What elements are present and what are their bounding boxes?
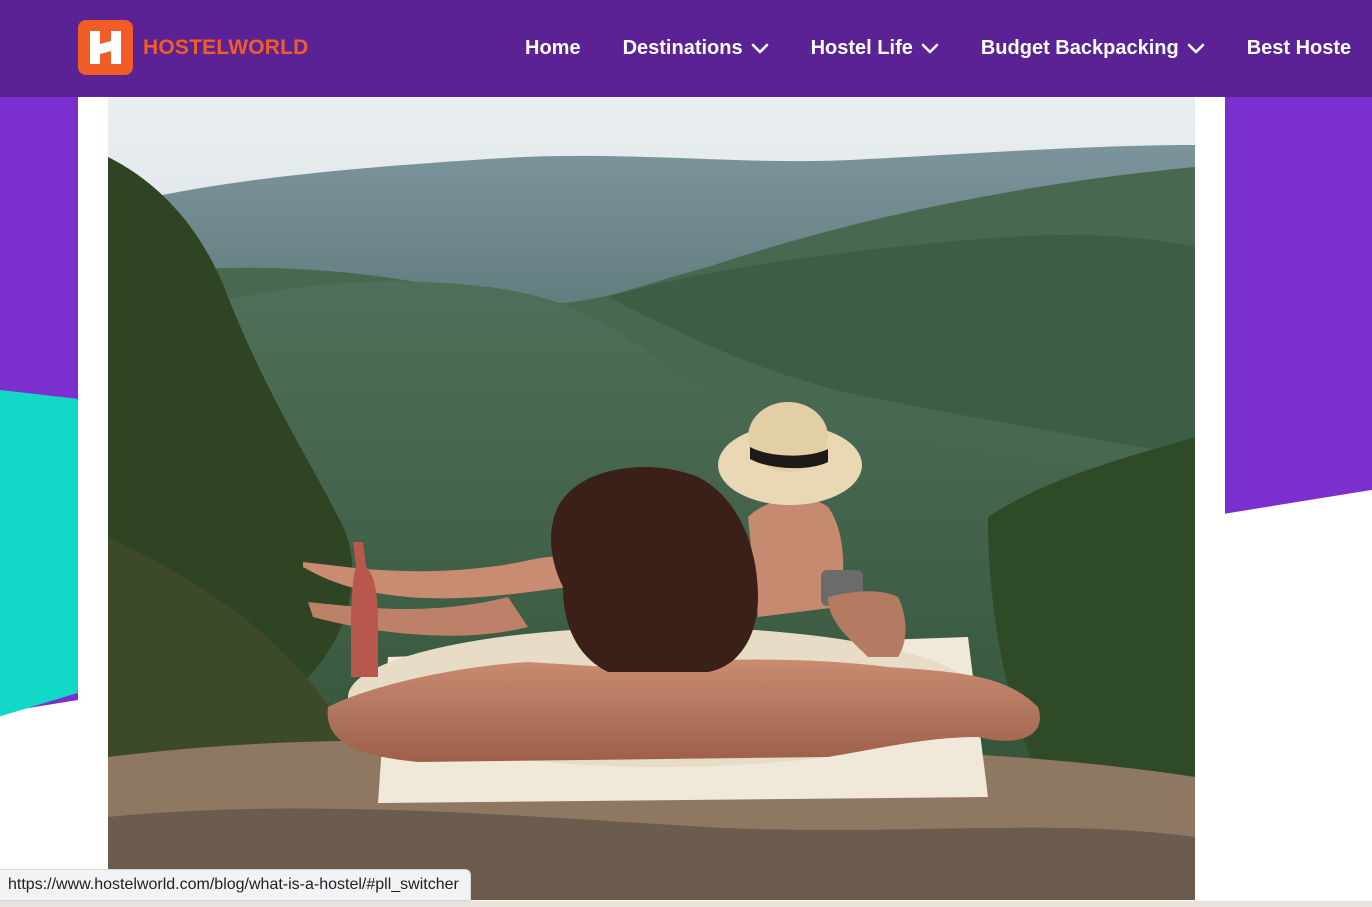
nav-item-label: Destinations [622, 37, 743, 59]
background-teal-shape [0, 390, 90, 717]
nav-item-label: Home [525, 37, 581, 59]
nav-item-budget-backpacking[interactable]: Budget Backpacking [981, 37, 1205, 60]
nav-item-home[interactable]: Home [525, 37, 581, 60]
browser-status-bar: https://www.hostelworld.com/blog/what-is… [0, 869, 471, 901]
hostelworld-h-logo-icon [78, 20, 133, 75]
nav-item-best-hostels[interactable]: Best Hoste [1247, 37, 1351, 60]
nav-item-label: Budget Backpacking [980, 37, 1179, 59]
chevron-down-icon [921, 43, 939, 53]
chevron-down-icon [751, 43, 768, 53]
status-url: https://www.hostelworld.com/blog/what-is… [8, 876, 459, 893]
nav-item-destinations[interactable]: Destinations [623, 37, 769, 60]
article-card [78, 97, 1225, 907]
window-bottom-edge [0, 901, 1372, 907]
brand-name: HOSTELWORLD [143, 35, 309, 59]
chevron-down-icon [1187, 43, 1204, 53]
nav-item-hostel-life[interactable]: Hostel Life [811, 37, 939, 60]
nav-item-label: Hostel Life [810, 37, 913, 59]
nav-item-label: Best Hoste [1246, 37, 1352, 59]
site-header: HOSTELWORLD Home Destinations Hostel Lif… [0, 0, 1372, 97]
hostelworld-logo[interactable]: HOSTELWORLD [78, 20, 309, 75]
couple-in-bathtub-overlooking-mountain-valley-photo [108, 97, 1195, 900]
main-nav: Home Destinations Hostel Life Budget Bac… [525, 0, 1372, 97]
